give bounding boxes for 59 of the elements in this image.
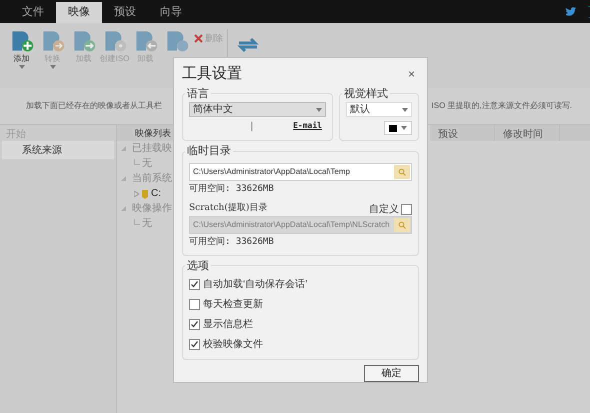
color-picker[interactable] bbox=[384, 121, 412, 135]
caret-icon bbox=[401, 126, 407, 130]
info-text: 加载下面已经存在的映像或者从工具栏 bbox=[26, 100, 162, 112]
toolbar-button[interactable]: 添加 bbox=[6, 29, 37, 69]
disk-image-icon bbox=[102, 29, 126, 53]
separator-text: | bbox=[250, 120, 254, 134]
checkbox-label: 自动加载‘自动保存会话’ bbox=[203, 278, 308, 292]
dialog-title: 工具设置 bbox=[182, 64, 242, 84]
email-link[interactable]: E-mail bbox=[293, 120, 322, 132]
caret-icon bbox=[316, 108, 322, 112]
style-dropdown[interactable]: 默认 bbox=[346, 102, 412, 117]
group-title: 选项 bbox=[186, 258, 210, 274]
caret-icon bbox=[402, 108, 408, 112]
group-title: 临时目录 bbox=[186, 144, 232, 159]
free-space-text: 可用空间: 33626MB bbox=[189, 236, 275, 249]
disk-image-icon bbox=[134, 29, 158, 53]
checkbox[interactable] bbox=[401, 204, 412, 214]
checkbox[interactable] bbox=[189, 338, 200, 350]
language-dropdown[interactable]: 简体中文 bbox=[189, 102, 326, 117]
checkbox[interactable] bbox=[189, 278, 200, 290]
checkbox-label: 自定义 bbox=[369, 202, 399, 216]
refresh-icon[interactable] bbox=[236, 35, 260, 55]
menu-tab[interactable]: 文件 bbox=[10, 2, 56, 23]
group-title: 视觉样式 bbox=[343, 86, 389, 102]
column-header[interactable]: 修改时间 bbox=[495, 125, 560, 141]
path-field[interactable]: C:\Users\Administrator\AppData\Local\Temp bbox=[189, 162, 412, 180]
checkbox-label: 显示信息栏 bbox=[203, 318, 253, 332]
search-icon bbox=[398, 168, 406, 176]
expand-icon[interactable] bbox=[134, 190, 139, 196]
menu-tab[interactable]: 向导 bbox=[148, 2, 194, 23]
checkbox[interactable] bbox=[189, 318, 200, 330]
disk-image-icon bbox=[10, 29, 34, 53]
menu-tab[interactable]: 映像 bbox=[56, 2, 102, 23]
tree-item[interactable]: C: bbox=[151, 186, 161, 201]
browse-button[interactable] bbox=[394, 164, 410, 178]
info-text: ISO 里提取的,注意来源文件必须可读写. bbox=[432, 100, 572, 112]
caret-icon bbox=[50, 65, 56, 69]
caret-icon bbox=[18, 65, 24, 69]
disk-image-icon bbox=[72, 29, 96, 53]
close-button[interactable]: × bbox=[408, 64, 419, 83]
group-title: 语言 bbox=[186, 86, 210, 102]
checkbox-label: 校验映像文件 bbox=[203, 338, 263, 352]
checkbox[interactable] bbox=[189, 298, 200, 310]
expand-icon[interactable] bbox=[121, 146, 126, 151]
close-icon bbox=[194, 34, 203, 44]
disk-image-icon bbox=[40, 29, 64, 53]
free-space-text: 可用空间: 33626MB bbox=[189, 182, 275, 196]
menu-tab[interactable]: 预设 bbox=[102, 2, 148, 23]
bird-icon[interactable] bbox=[565, 7, 577, 17]
checkbox-label: 每天检查更新 bbox=[203, 298, 263, 312]
column-header[interactable]: 预设 bbox=[430, 125, 495, 141]
search-icon bbox=[398, 221, 406, 229]
expand-icon[interactable] bbox=[121, 206, 126, 211]
expand-icon[interactable] bbox=[121, 176, 126, 181]
scratch-label: Scratch(提取)目录 bbox=[189, 202, 268, 216]
disk-image-icon bbox=[164, 29, 188, 53]
drive-icon bbox=[141, 188, 149, 198]
ok-button[interactable]: 确定 bbox=[364, 365, 419, 382]
sidebar-item[interactable]: 系统来源 bbox=[2, 141, 114, 159]
